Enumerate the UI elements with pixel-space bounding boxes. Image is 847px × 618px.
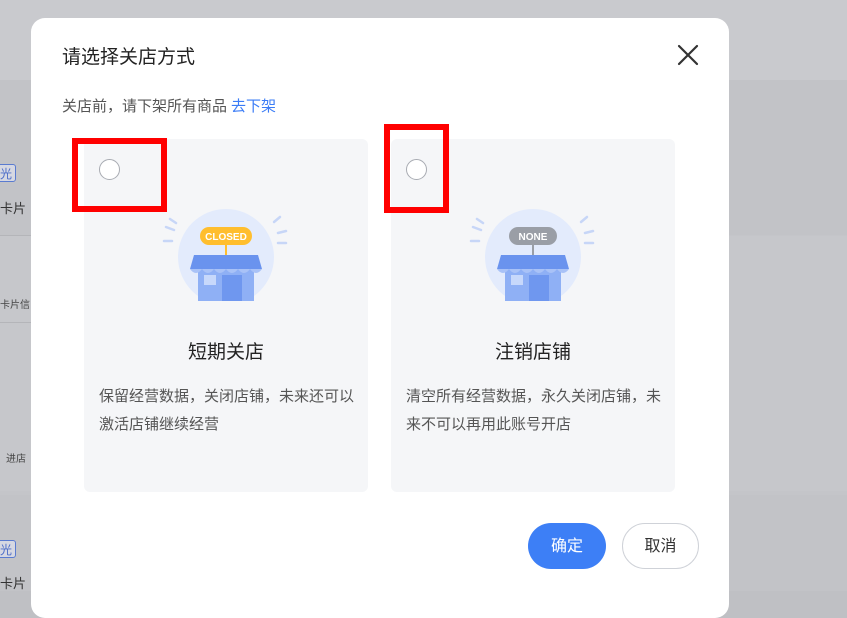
none-store-illustration: NONE	[467, 197, 599, 301]
background-text: 卡片	[0, 577, 27, 592]
option-card-cancel-store[interactable]: NONE 注销店铺 清空所有经营数据，永久关闭店铺，未来不可以再用此账号开店	[391, 139, 675, 492]
option-card-short-term-close[interactable]: CLOSED 短期关店 保留经营数据，关闭店铺，未来还可以激活店铺继续经营	[84, 139, 368, 492]
background-tag: 光	[0, 164, 16, 182]
radio-short-term-close[interactable]	[99, 159, 120, 180]
option-title: 注销店铺	[494, 341, 571, 363]
close-button[interactable]	[675, 42, 701, 68]
store-closed-icon: CLOSED	[162, 209, 288, 301]
delist-link[interactable]: 去下架	[231, 97, 276, 115]
notice: 关店前，请下架所有商品 去下架	[62, 95, 276, 116]
store-none-icon: NONE	[469, 209, 595, 301]
closed-store-illustration: CLOSED	[160, 197, 292, 301]
background-tag: 光	[0, 540, 16, 558]
option-description: 清空所有经营数据，永久关闭店铺，未来不可以再用此账号开店	[406, 387, 662, 433]
close-store-dialog: 请选择关店方式 关店前，请下架所有商品 去下架 CLOSED 短期关店 保留经营…	[31, 18, 729, 618]
option-description: 保留经营数据，关闭店铺，未来还可以激活店铺继续经营	[99, 387, 355, 433]
background-text: 卡片	[0, 202, 27, 217]
background-text: 进店	[6, 454, 26, 465]
close-icon	[677, 44, 699, 66]
confirm-button[interactable]: 确定	[528, 523, 606, 569]
background-text: 卡片信	[0, 300, 30, 311]
closed-badge-text: CLOSED	[205, 232, 247, 243]
none-badge-text: NONE	[519, 232, 548, 243]
radio-cancel-store[interactable]	[406, 159, 427, 180]
dialog-title: 请选择关店方式	[62, 46, 196, 68]
notice-text: 关店前，请下架所有商品	[62, 97, 228, 115]
option-title: 短期关店	[187, 341, 264, 363]
cancel-button[interactable]: 取消	[622, 523, 699, 569]
